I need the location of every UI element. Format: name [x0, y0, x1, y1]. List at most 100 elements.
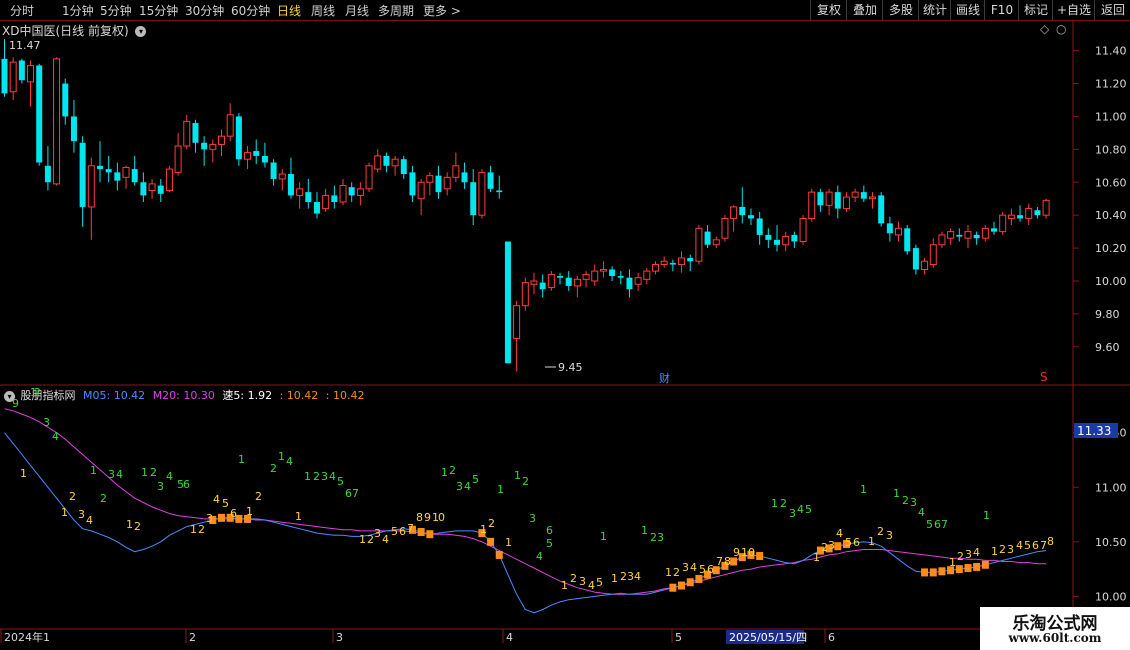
- candle-body: [747, 215, 754, 219]
- signal-marker: [678, 581, 686, 590]
- candle-body: [131, 169, 138, 183]
- button-draw-line[interactable]: 画线: [950, 0, 985, 20]
- count-label: 3: [682, 561, 689, 574]
- candle-body: [756, 218, 763, 235]
- price-tick-label: 11.00: [1095, 110, 1127, 123]
- count-label: 5: [546, 537, 553, 550]
- count-label: 2: [449, 464, 456, 477]
- candle-body: [209, 143, 217, 150]
- candle-body: [938, 234, 946, 246]
- candle-body: [609, 269, 616, 277]
- count-label: 1: [514, 469, 521, 482]
- candle-body: [921, 260, 929, 270]
- candle-body: [869, 196, 876, 200]
- tab-60min[interactable]: 60分钟: [231, 2, 270, 19]
- tab-weekly[interactable]: 周线: [311, 2, 335, 19]
- candle-body: [1, 58, 8, 94]
- price-tick-label: 11.40: [1095, 45, 1127, 58]
- button-multi-stock[interactable]: 多股: [882, 0, 919, 20]
- candle-body: [791, 234, 798, 242]
- button-overlay[interactable]: 叠加: [846, 0, 883, 20]
- candle-body: [443, 176, 451, 190]
- candle-body: [9, 61, 17, 93]
- count-label: 6: [345, 487, 352, 500]
- tab-15min[interactable]: 15分钟: [139, 2, 178, 19]
- candle-body: [808, 191, 816, 219]
- candle-body: [695, 227, 703, 262]
- candle-body: [573, 278, 581, 287]
- candle-body: [582, 273, 590, 280]
- count-label: 1: [868, 535, 875, 548]
- indicator-count-labels: 912341 1 3 4 1 2345 621 3 421 2 1 234 56 12121 411 2 3 4 5…: [12, 386, 1054, 592]
- diamond-icon[interactable]: ◇: [1040, 22, 1050, 36]
- candle-body: [122, 166, 130, 178]
- candle-body: [87, 165, 95, 208]
- count-label: 3: [627, 570, 634, 583]
- financial-report-marker[interactable]: 财: [659, 371, 670, 385]
- date-label-5: 5: [675, 631, 682, 644]
- candle-body: [201, 142, 208, 150]
- price-tick-label: 10.20: [1095, 242, 1127, 255]
- count-label: 1: [860, 483, 867, 496]
- candle-body: [53, 58, 61, 185]
- date-label-6: 6: [828, 631, 835, 644]
- count-label: 5: [845, 536, 852, 549]
- tab-multi-period[interactable]: 多周期: [378, 2, 414, 19]
- candle-body: [964, 231, 972, 239]
- candle-body: [999, 214, 1007, 233]
- candle-body: [634, 277, 642, 285]
- count-label: 1: [949, 556, 956, 569]
- count-label: 2: [673, 566, 680, 579]
- candle-body: [374, 155, 382, 170]
- candle-body: [947, 231, 955, 239]
- circle-icon[interactable]: ○: [1056, 22, 1066, 36]
- count-label: 2: [69, 490, 76, 503]
- count-label: 3: [157, 480, 164, 493]
- candle-body: [348, 187, 355, 196]
- count-label: 1: [304, 470, 311, 483]
- tab-fenshi[interactable]: 分时: [10, 2, 34, 19]
- button-add-watchlist[interactable]: +自选: [1052, 0, 1095, 20]
- button-back[interactable]: 返回: [1094, 0, 1130, 20]
- count-label: 1: [278, 450, 285, 463]
- count-label: 2: [100, 492, 107, 505]
- candle-body: [70, 116, 77, 142]
- button-f10[interactable]: F10: [984, 0, 1019, 20]
- button-stats[interactable]: 统计: [918, 0, 951, 20]
- count-label: 8: [724, 555, 731, 568]
- tab-more[interactable]: 更多 >: [423, 2, 461, 19]
- candle-body: [44, 165, 51, 183]
- count-label: 4: [836, 527, 843, 540]
- date-label-2: 2: [189, 631, 196, 644]
- tab-30min[interactable]: 30分钟: [185, 2, 224, 19]
- count-label: 5: [805, 503, 812, 516]
- count-label: 1: [561, 579, 568, 592]
- count-label: 4: [86, 514, 93, 527]
- candle-body: [148, 183, 156, 191]
- candle-body: [860, 192, 867, 199]
- button-mark[interactable]: 标记: [1018, 0, 1053, 20]
- count-label: 4: [329, 470, 336, 483]
- dividend-marker[interactable]: S: [1040, 370, 1048, 384]
- signal-marker: [955, 565, 963, 574]
- high-price-label: 11.47: [9, 39, 41, 52]
- indicator-tick-label: 10.00: [1095, 590, 1127, 603]
- button-fuquan[interactable]: 复权: [810, 0, 847, 20]
- tab-1min[interactable]: 1分钟: [62, 2, 94, 19]
- candle-body: [226, 114, 234, 137]
- count-label: 4: [797, 503, 804, 516]
- count-label: 1: [141, 466, 148, 479]
- tab-daily[interactable]: 日线: [277, 2, 301, 19]
- tab-5min[interactable]: 5分钟: [100, 2, 132, 19]
- candle-body: [765, 234, 772, 240]
- count-label: 3: [529, 512, 536, 525]
- count-label: 4: [382, 533, 389, 546]
- candle-body: [774, 239, 781, 245]
- candle-body: [704, 231, 711, 245]
- count-label: 4: [166, 470, 173, 483]
- tab-monthly[interactable]: 月线: [345, 2, 369, 19]
- signal-marker: [981, 560, 989, 569]
- count-label: 1: [983, 509, 990, 522]
- count-label: 2: [821, 541, 828, 554]
- candle-body: [165, 168, 173, 191]
